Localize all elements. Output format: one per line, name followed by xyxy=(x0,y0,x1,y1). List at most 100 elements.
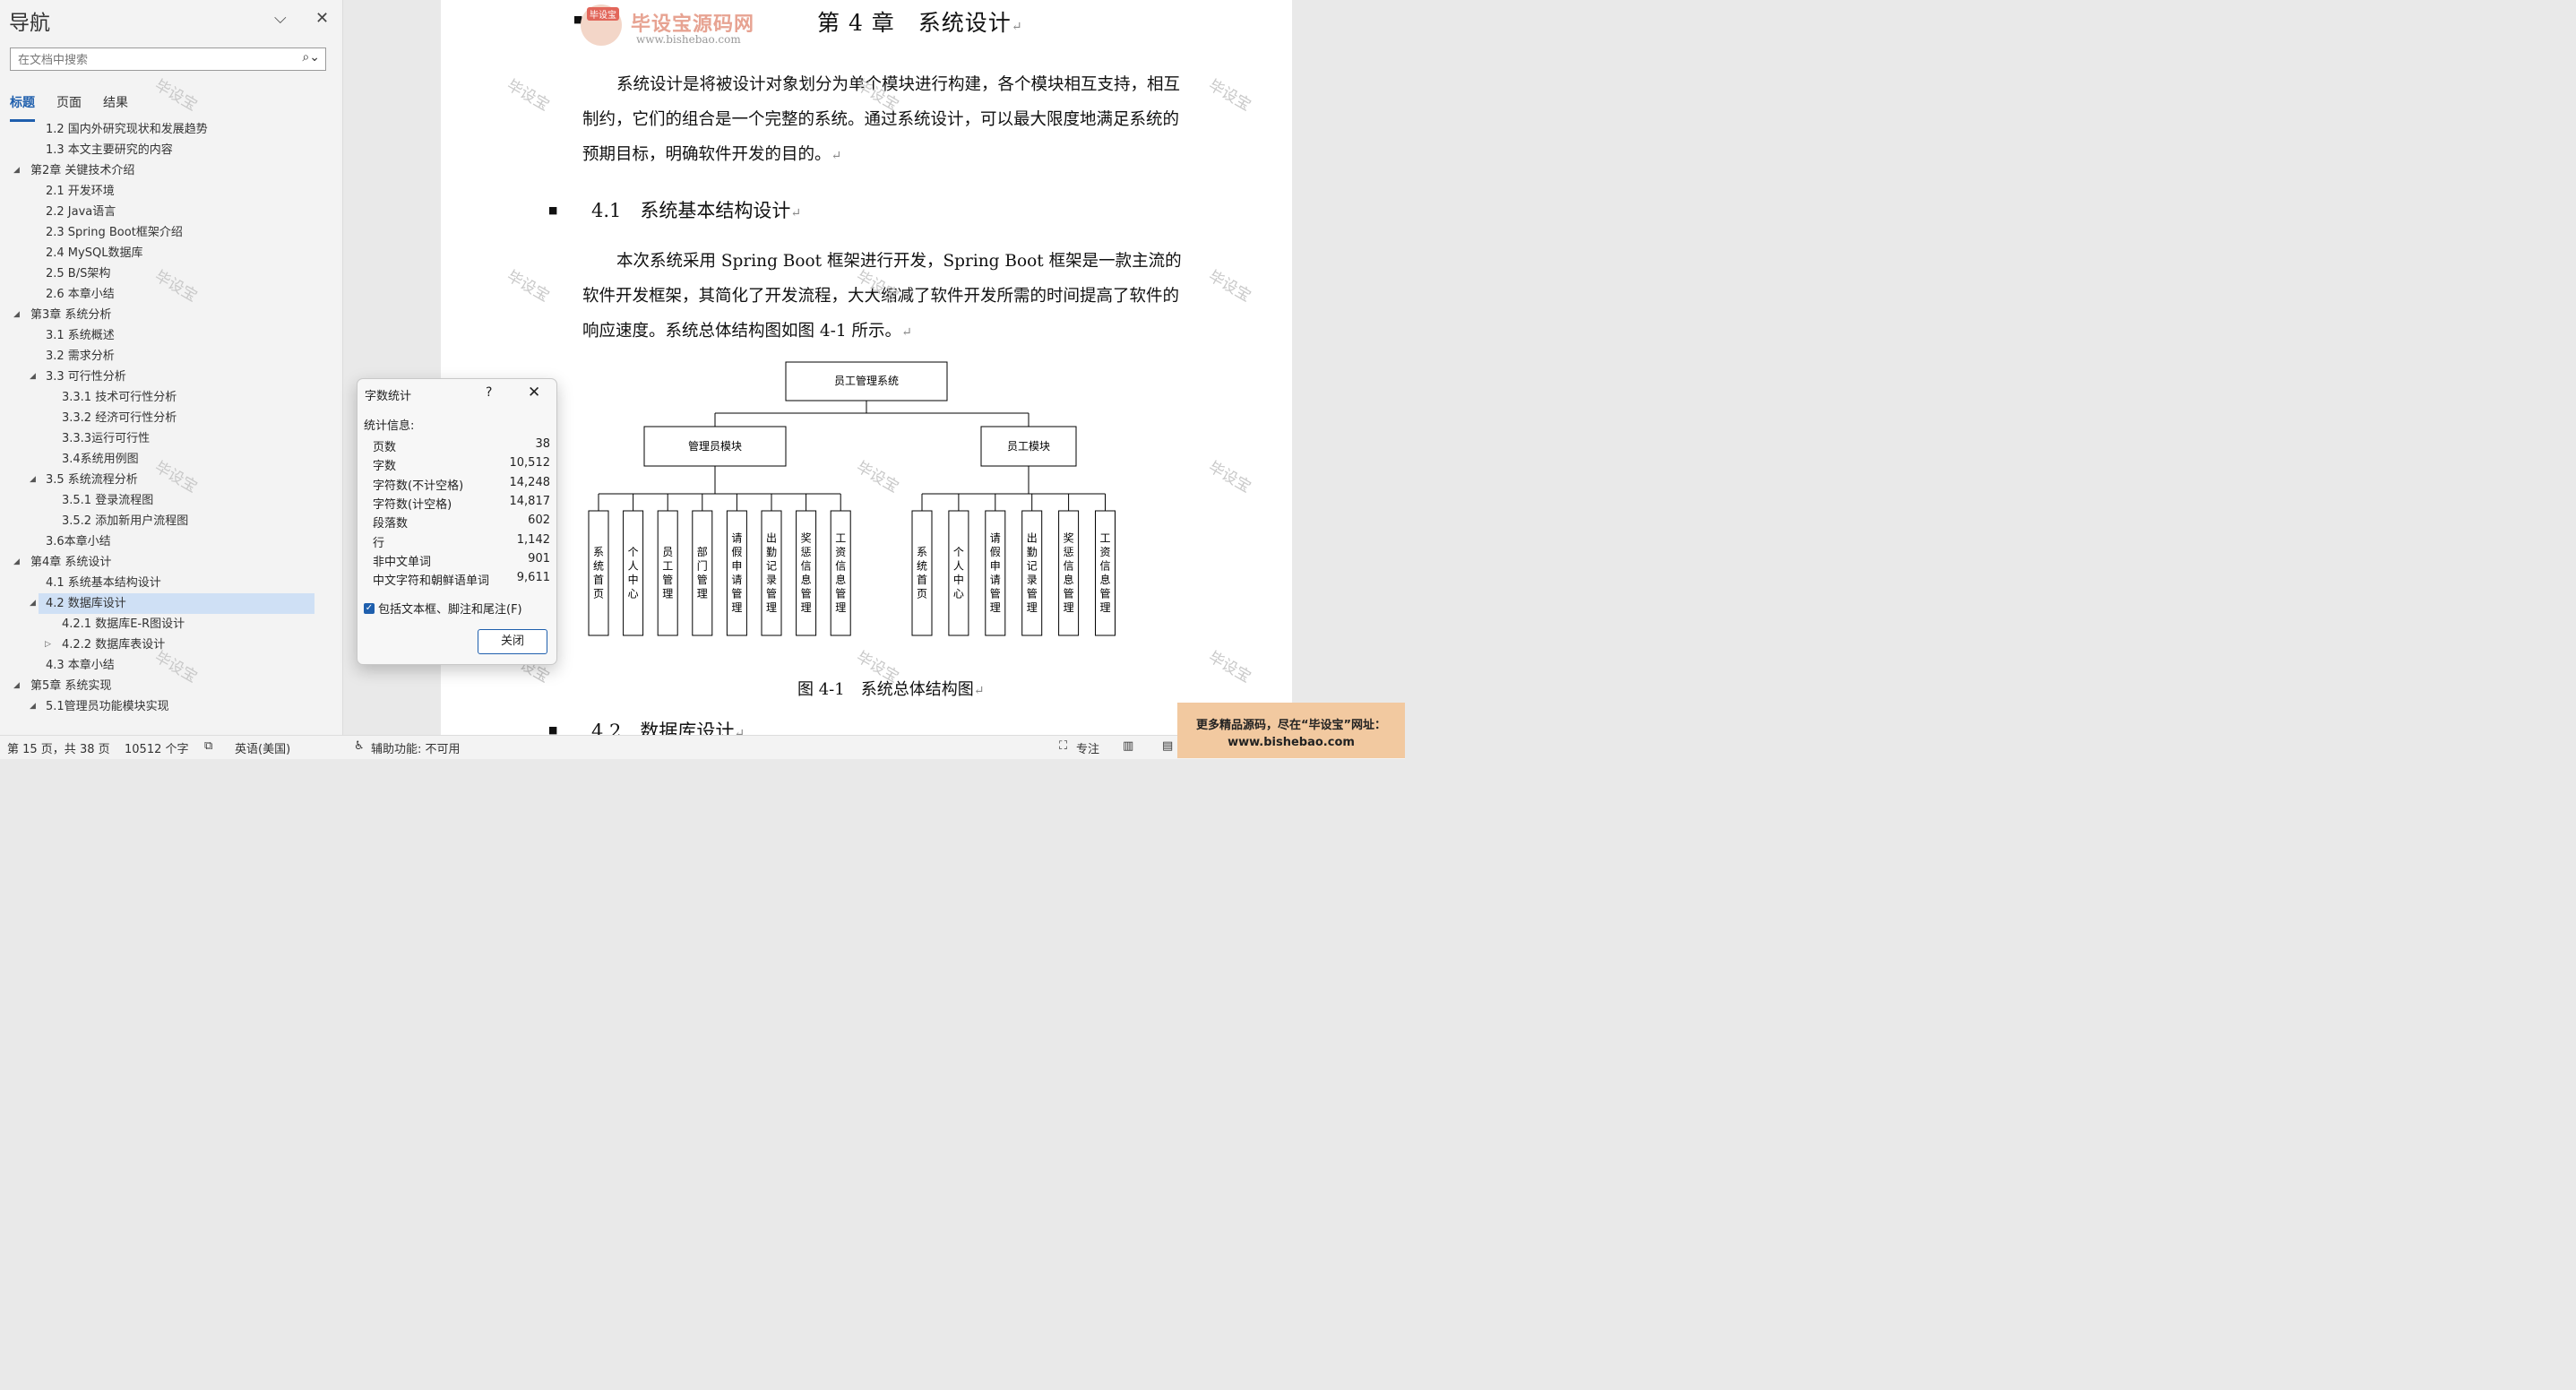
chevron-down-icon[interactable]: ⌵ xyxy=(274,9,287,28)
leaf-label-char: 息 xyxy=(1099,573,1110,586)
leaf-label-char: 出 xyxy=(1027,532,1038,545)
nav-heading-label: 1.2 国内外研究现状和发展趋势 xyxy=(46,123,208,136)
nav-heading-item[interactable]: 3.5.2 添加新用户流程图 xyxy=(0,511,323,531)
paragraph-structure: 本次系统采用 Spring Boot 框架进行开发，Spring Boot 框架… xyxy=(582,252,1182,341)
search-input[interactable] xyxy=(16,51,297,69)
focus-icon[interactable]: ⛶ xyxy=(1059,739,1067,753)
leaf-label-char: 页 xyxy=(593,588,604,600)
collapse-arrow-icon[interactable]: ◢ xyxy=(30,367,36,387)
nav-heading-item[interactable]: 3.3.3运行可行性 xyxy=(0,428,323,449)
stat-row: 页数 38 xyxy=(373,437,550,456)
nav-search-box[interactable]: ⌕⌄ xyxy=(10,47,326,71)
tab-results[interactable]: 结果 xyxy=(103,93,128,122)
nav-heading-item[interactable]: 1.2 国内外研究现状和发展趋势 xyxy=(0,119,323,140)
leaf-label-char: 假 xyxy=(731,546,742,558)
stat-label: 字数 xyxy=(373,460,397,474)
nav-heading-item[interactable]: ◢ 3.3 可行性分析 xyxy=(0,367,323,387)
leaf-label-char: 个 xyxy=(953,546,964,558)
print-layout-icon[interactable]: ▤ xyxy=(1162,739,1173,753)
leaf-label-char: 管 xyxy=(766,587,777,600)
module-label: 员工模块 xyxy=(1007,440,1050,453)
language-indicator[interactable]: 英语(美国) xyxy=(235,739,290,756)
focus-label[interactable]: 专注 xyxy=(1076,739,1099,756)
nav-heading-item[interactable]: 3.3.2 经济可行性分析 xyxy=(0,408,323,428)
nav-heading-item[interactable]: 2.1 开发环境 xyxy=(0,181,323,202)
stat-value: 602 xyxy=(528,514,550,528)
leaf-label-char: 系 xyxy=(917,546,927,558)
nav-heading-item[interactable]: 3.5.1 登录流程图 xyxy=(0,490,323,511)
collapse-arrow-icon[interactable]: ◢ xyxy=(30,696,36,717)
nav-heading-item[interactable]: 2.5 B/S架构 xyxy=(0,263,323,284)
expand-arrow-icon[interactable]: ▷ xyxy=(45,635,51,655)
stat-row: 非中文单词 901 xyxy=(373,552,550,571)
nav-heading-item[interactable]: ▷ 4.2.2 数据库表设计 xyxy=(0,635,323,655)
nav-tabs: 标题 页面 结果 xyxy=(10,93,128,122)
leaf-label-char: 勤 xyxy=(1027,546,1038,558)
word-count-indicator[interactable]: 10512 个字 xyxy=(125,739,189,756)
checkbox-check-icon[interactable]: ✓ xyxy=(364,602,375,614)
site-logo: 毕设宝 毕设宝源码网 www.bishebao.com xyxy=(573,3,788,47)
close-icon[interactable]: ✕ xyxy=(315,9,329,28)
nav-heading-item[interactable]: 4.3 本章小结 xyxy=(0,655,323,676)
nav-heading-item[interactable]: 3.1 系统概述 xyxy=(0,325,323,346)
leaf-label-char: 申 xyxy=(731,560,742,573)
figure-caption: 图 4-1 系统总体结构图↵ xyxy=(797,680,985,699)
leaf-label-char: 请 xyxy=(731,532,742,545)
proofing-icon[interactable]: ⧉ xyxy=(204,739,212,753)
stat-label: 页数 xyxy=(373,441,397,454)
close-button[interactable]: 关闭 xyxy=(478,629,547,654)
include-textboxes-checkbox[interactable]: ✓ 包括文本框、脚注和尾注(F) xyxy=(364,600,522,617)
search-icon[interactable]: ⌕⌄ xyxy=(302,50,320,65)
nav-heading-item[interactable]: 4.1 系统基本结构设计 xyxy=(0,573,323,593)
stat-value: 14,817 xyxy=(509,494,551,508)
leaf-label-char: 奖 xyxy=(1064,532,1074,545)
stat-label: 中文字符和朝鲜语单词 xyxy=(373,574,490,589)
collapse-arrow-icon[interactable]: ◢ xyxy=(30,593,36,614)
nav-heading-item[interactable]: 1.3 本文主要研究的内容 xyxy=(0,140,323,160)
nav-heading-item[interactable]: 3.6本章小结 xyxy=(0,531,323,552)
tab-pages[interactable]: 页面 xyxy=(56,93,82,122)
banner-line2: www.bishebao.com xyxy=(1228,736,1355,749)
tab-headings[interactable]: 标题 xyxy=(10,93,35,122)
leaf-label-char: 管 xyxy=(990,587,1001,600)
leaf-label-char: 工 xyxy=(662,560,673,573)
nav-heading-item[interactable]: ◢ 第3章 系统分析 xyxy=(0,305,323,325)
nav-heading-item[interactable]: ◢ 5.1管理员功能模块实现 xyxy=(0,696,323,717)
nav-heading-item[interactable]: 4.2.1 数据库E-R图设计 xyxy=(0,614,323,635)
nav-heading-item[interactable]: 3.3.1 技术可行性分析 xyxy=(0,387,323,408)
nav-heading-label: 4.2.1 数据库E-R图设计 xyxy=(62,617,185,631)
stat-row: 字数 10,512 xyxy=(373,456,550,475)
collapse-arrow-icon[interactable]: ◢ xyxy=(13,160,20,181)
leaf-label-char: 管 xyxy=(835,587,846,600)
nav-heading-item[interactable]: 2.4 MySQL数据库 xyxy=(0,243,323,263)
nav-heading-item[interactable]: ◢ 第5章 系统实现 xyxy=(0,676,323,696)
accessibility-indicator[interactable]: 辅助功能: 不可用 xyxy=(371,739,461,756)
leaf-label-char: 管 xyxy=(731,587,742,600)
nav-heading-label: 4.3 本章小结 xyxy=(46,659,115,672)
collapse-arrow-icon[interactable]: ◢ xyxy=(30,470,36,490)
leaf-label-char: 理 xyxy=(835,601,846,614)
leaf-label-char: 息 xyxy=(1064,573,1074,586)
page-indicator[interactable]: 第 15 页，共 38 页 xyxy=(7,739,110,756)
heading-bullet: ■ xyxy=(548,724,558,735)
nav-heading-item[interactable]: ◢ 第2章 关键技术介绍 xyxy=(0,160,323,181)
nav-heading-item[interactable]: 2.3 Spring Boot框架介绍 xyxy=(0,222,323,243)
collapse-arrow-icon[interactable]: ◢ xyxy=(13,305,20,325)
nav-heading-item[interactable]: 3.4系统用例图 xyxy=(0,449,323,470)
nav-heading-item[interactable]: ◢ 第4章 系统设计 xyxy=(0,552,323,573)
root-label: 员工管理系统 xyxy=(834,374,899,387)
collapse-arrow-icon[interactable]: ◢ xyxy=(13,552,20,573)
nav-heading-item[interactable]: 2.2 Java语言 xyxy=(0,202,323,222)
leaf-label-char: 统 xyxy=(917,560,927,573)
heading-bullet: ■ xyxy=(548,204,558,216)
nav-heading-item[interactable]: ◢ 3.5 系统流程分析 xyxy=(0,470,323,490)
nav-heading-item[interactable]: 3.2 需求分析 xyxy=(0,346,323,367)
nav-heading-item[interactable]: ◢ 4.2 数据库设计 xyxy=(30,593,314,614)
help-button[interactable]: ? xyxy=(486,385,492,400)
leaf-label-char: 请 xyxy=(990,574,1001,586)
close-icon[interactable]: ✕ xyxy=(528,384,540,401)
leaf-label-char: 首 xyxy=(593,574,604,586)
read-mode-icon[interactable]: ▥ xyxy=(1123,739,1133,753)
collapse-arrow-icon[interactable]: ◢ xyxy=(13,676,20,696)
nav-heading-item[interactable]: 2.6 本章小结 xyxy=(0,284,323,305)
